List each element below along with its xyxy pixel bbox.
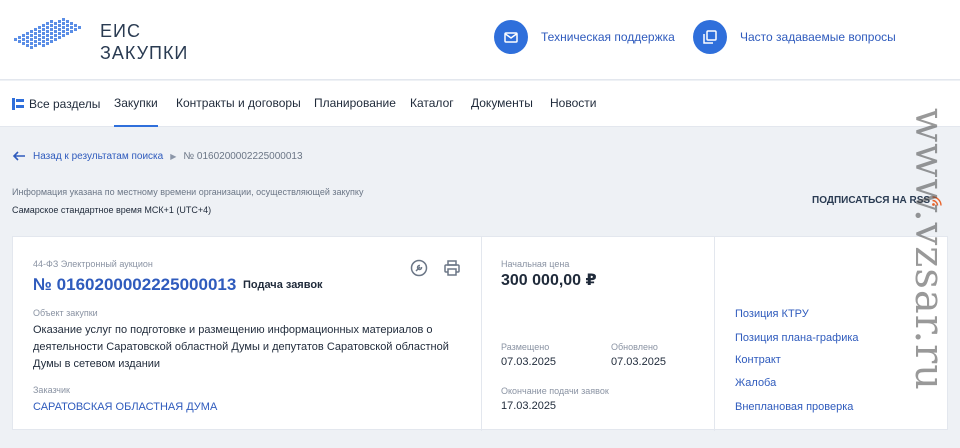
main-nav: Все разделы Закупки Контракты и договоры…	[0, 81, 960, 127]
nav-item-catalog[interactable]: Каталог	[410, 81, 454, 127]
breadcrumb: Назад к результатам поиска ▶ № 016020000…	[12, 148, 303, 164]
timezone-note: Информация указана по местному времени о…	[12, 187, 364, 197]
watermark: www.vzsar.ru	[912, 108, 952, 392]
wrench-icon[interactable]	[410, 259, 428, 277]
updated-label: Обновлено	[611, 342, 658, 352]
logo-wordmark: ЕИС ЗАКУПКИ	[100, 21, 189, 63]
nav-item-news[interactable]: Новости	[550, 81, 596, 127]
chevron-right-icon: ▶	[170, 151, 177, 161]
sections-icon	[12, 98, 24, 110]
breadcrumb-current: № 0160200002225000013	[183, 150, 303, 162]
nav-item-all-sections[interactable]: Все разделы	[12, 81, 100, 127]
column-divider	[481, 237, 482, 431]
complaint-link[interactable]: Жалоба	[735, 377, 776, 389]
site-header: ЕИС ЗАКУПКИ Техническая поддержка Часто …	[0, 0, 960, 80]
nav-item-planning[interactable]: Планирование	[314, 81, 396, 127]
customer-link[interactable]: САРАТОВСКАЯ ОБЛАСТНАЯ ДУМА	[33, 401, 217, 413]
nav-item-documents[interactable]: Документы	[471, 81, 533, 127]
mail-icon	[494, 20, 528, 54]
nav-item-purchases[interactable]: Закупки	[114, 81, 158, 127]
ktru-position-link[interactable]: Позиция КТРУ	[735, 308, 809, 320]
column-divider	[714, 237, 715, 431]
object-description: Оказание услуг по подготовке и размещени…	[33, 324, 449, 370]
deadline-label: Окончание подачи заявок	[501, 386, 609, 396]
russia-map-icon	[14, 18, 81, 49]
price-label: Начальная цена	[501, 259, 570, 269]
back-to-results-link[interactable]: Назад к результатам поиска	[12, 151, 163, 162]
placed-label: Размещено	[501, 342, 550, 352]
nav-item-contracts[interactable]: Контракты и договоры	[176, 81, 301, 127]
arrow-left-icon	[12, 151, 25, 161]
law-type: 44-ФЗ Электронный аукцион	[33, 259, 153, 269]
eis-logo[interactable]: ЕИС ЗАКУПКИ	[12, 14, 192, 68]
unscheduled-inspection-link[interactable]: Внеплановая проверка	[735, 401, 853, 413]
support-link[interactable]: Техническая поддержка	[494, 20, 675, 54]
timezone-value: Самарское стандартное время МСК+1 (UTC+4…	[12, 205, 212, 215]
contract-link[interactable]: Контракт	[735, 354, 781, 366]
placed-date: 07.03.2025	[501, 356, 557, 368]
deadline-date: 17.03.2025	[501, 400, 557, 412]
customer-label: Заказчик	[33, 385, 70, 395]
initial-price: 300 000,00 ₽	[501, 272, 597, 289]
plan-schedule-link[interactable]: Позиция плана-графика	[735, 332, 859, 344]
stage-status: Подача заявок	[243, 279, 323, 291]
print-icon[interactable]	[443, 259, 461, 277]
copy-icon	[693, 20, 727, 54]
updated-date: 07.03.2025	[611, 356, 667, 368]
registry-number-link[interactable]: № 0160200002225000013	[33, 275, 236, 295]
object-label: Объект закупки	[33, 308, 98, 318]
faq-link[interactable]: Часто задаваемые вопросы	[693, 20, 896, 54]
purchase-card: 44-ФЗ Электронный аукцион № 016020000222…	[12, 236, 948, 431]
